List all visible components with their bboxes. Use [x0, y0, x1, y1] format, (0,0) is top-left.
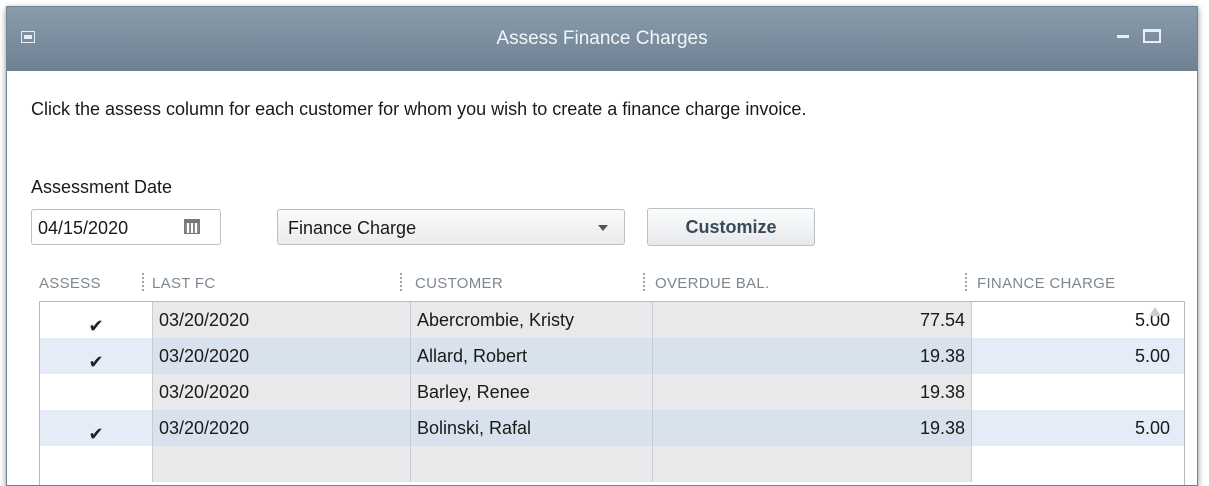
overdue-bal-cell: 77.54 [652, 302, 972, 338]
calendar-icon[interactable] [184, 219, 200, 234]
customer-cell: Bolinski, Rafal [410, 410, 652, 446]
minimize-icon[interactable] [1115, 29, 1132, 43]
table-row[interactable]: ✔ 03/20/2020 Abercrombie, Kristy 77.54 5… [40, 302, 1184, 338]
customer-grid: ✔ 03/20/2020 Abercrombie, Kristy 77.54 5… [39, 301, 1185, 485]
finance-charge-cell[interactable]: 5.00 [972, 338, 1174, 374]
maximize-icon[interactable] [1143, 29, 1161, 43]
table-row[interactable]: ✔ 03/20/2020 Bolinski, Rafal 19.38 5.00 [40, 410, 1184, 446]
column-separator[interactable] [400, 273, 402, 291]
overdue-bal-cell [652, 446, 972, 482]
window-title: Assess Finance Charges [496, 28, 708, 49]
assess-cell[interactable] [40, 374, 152, 410]
last-fc-cell: 03/20/2020 [152, 338, 410, 374]
overdue-bal-cell: 19.38 [652, 338, 972, 374]
assess-cell[interactable]: ✔ [40, 410, 152, 446]
table-row[interactable]: 03/20/2020 Barley, Renee 19.38 [40, 374, 1184, 410]
assessment-date-label: Assessment Date [31, 177, 173, 197]
assess-cell[interactable]: ✔ [40, 302, 152, 338]
scroll-up-icon[interactable] [1149, 307, 1161, 316]
last-fc-cell: 03/20/2020 [152, 410, 410, 446]
column-header-finance-charge[interactable]: FINANCE CHARGE [977, 275, 1115, 292]
overdue-bal-cell: 19.38 [652, 410, 972, 446]
table-row[interactable]: ✔ 03/20/2020 Allard, Robert 19.38 5.00 [40, 338, 1184, 374]
assess-cell[interactable] [40, 446, 152, 482]
customer-cell: Barley, Renee [410, 374, 652, 410]
finance-charge-cell[interactable]: 5.00 [972, 302, 1174, 338]
customer-cell: Abercrombie, Kristy [410, 302, 652, 338]
column-separator[interactable] [965, 273, 967, 291]
table-row[interactable] [40, 446, 1184, 482]
instruction-text: Click the assess column for each custome… [31, 99, 807, 119]
finance-charge-cell[interactable] [972, 374, 1174, 410]
last-fc-cell [152, 446, 410, 482]
finance-charge-cell[interactable] [972, 446, 1174, 482]
title-bar[interactable]: Assess Finance Charges [7, 7, 1197, 71]
column-header-last-fc[interactable]: LAST FC [152, 275, 216, 292]
assessment-date-field[interactable]: 04/15/2020 [31, 209, 221, 245]
customer-cell [410, 446, 652, 482]
last-fc-cell: 03/20/2020 [152, 302, 410, 338]
column-header-customer[interactable]: CUSTOMER [415, 275, 503, 292]
assessment-date-value[interactable]: 04/15/2020 [38, 218, 128, 239]
overdue-bal-cell: 19.38 [652, 374, 972, 410]
template-dropdown-value[interactable]: Finance Charge [288, 218, 416, 239]
last-fc-cell: 03/20/2020 [152, 374, 410, 410]
assess-cell[interactable]: ✔ [40, 338, 152, 374]
finance-charge-cell[interactable]: 5.00 [972, 410, 1174, 446]
customize-button[interactable]: Customize [647, 208, 815, 246]
customer-cell: Allard, Robert [410, 338, 652, 374]
template-dropdown[interactable]: Finance Charge [277, 209, 625, 245]
column-separator[interactable] [142, 273, 144, 291]
assess-finance-charges-window: Assess Finance Charges Click the assess … [6, 6, 1198, 486]
column-separator[interactable] [643, 273, 645, 291]
column-header-overdue-bal[interactable]: OVERDUE BAL. [655, 275, 769, 292]
column-header-assess[interactable]: ASSESS [39, 275, 101, 292]
chevron-down-icon[interactable] [598, 225, 608, 231]
